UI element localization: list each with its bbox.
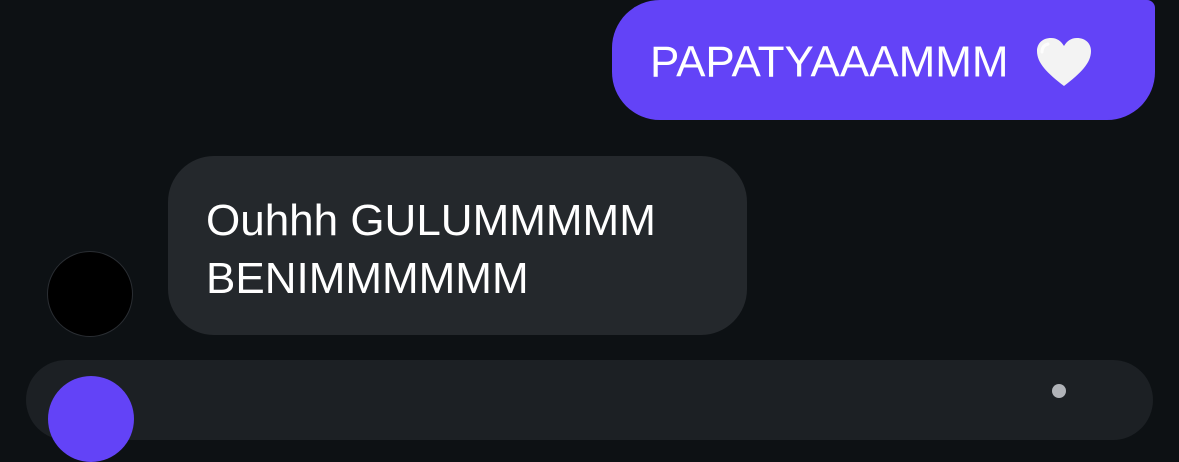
outgoing-message-bubble[interactable]: PAPATYAAAMMM xyxy=(612,0,1155,120)
camera-button[interactable] xyxy=(48,376,134,462)
composer-action-icon[interactable] xyxy=(1052,384,1066,398)
chat-thread: PAPATYAAAMMM Ouhhh GULUMMMMM BENIMMMMMM xyxy=(0,0,1179,462)
message-composer[interactable] xyxy=(26,360,1153,440)
incoming-message-bubble[interactable]: Ouhhh GULUMMMMM BENIMMMMMM xyxy=(168,156,747,335)
incoming-message-line: BENIMMMMMM xyxy=(206,254,529,303)
sender-avatar[interactable] xyxy=(48,252,132,336)
white-heart-icon xyxy=(1036,38,1091,87)
outgoing-message-text: PAPATYAAAMMM xyxy=(650,37,1009,87)
incoming-message-line: Ouhhh GULUMMMMM xyxy=(206,196,656,245)
